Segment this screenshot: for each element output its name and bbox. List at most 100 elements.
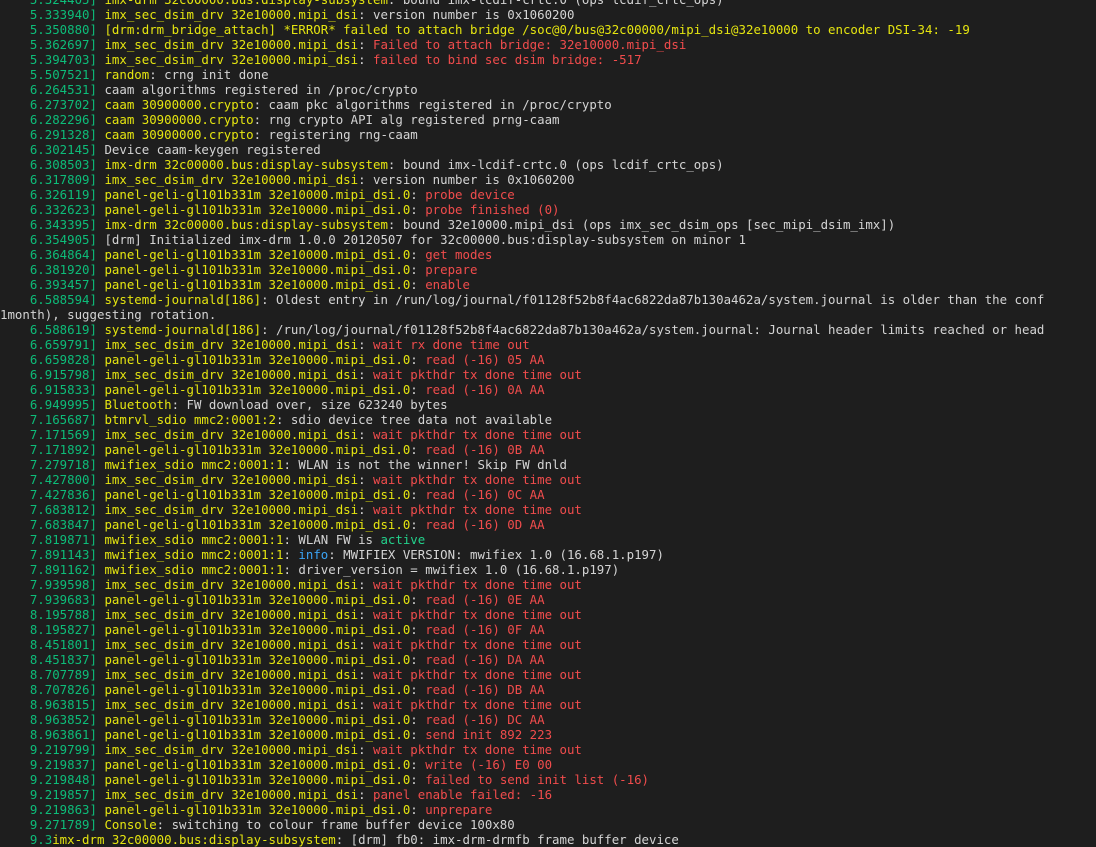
log-source: imx_sec_dsim_drv 32e10000.mipi_dsi xyxy=(104,7,359,22)
log-timestamp: 6.354905] xyxy=(0,232,105,247)
log-source: systemd-journald[186] xyxy=(104,322,262,337)
log-line: 8.707826] panel-geli-gl101b331m 32e10000… xyxy=(0,682,1096,697)
log-line: 7.939683] panel-geli-gl101b331m 32e10000… xyxy=(0,592,1096,607)
log-error-message: wait pkthdr tx done time out xyxy=(373,577,582,592)
log-error-message: read (-16) DB AA xyxy=(425,682,545,697)
log-source: imx_sec_dsim_drv 32e10000.mipi_dsi xyxy=(104,697,359,712)
log-source: panel-geli-gl101b331m 32e10000.mipi_dsi.… xyxy=(104,442,411,457)
log-error-message: read (-16) 05 AA xyxy=(425,352,545,367)
log-timestamp: 8.963861] xyxy=(0,727,105,742)
log-message: : xyxy=(410,712,426,727)
log-timestamp: 9.219863] xyxy=(0,802,105,817)
log-source: imx_sec_dsim_drv 32e10000.mipi_dsi xyxy=(104,337,359,352)
log-line: 7.819871] mwifiex_sdio mmc2:0001:1: WLAN… xyxy=(0,532,1096,547)
log-message: : xyxy=(358,502,373,517)
log-message: : WLAN FW is xyxy=(283,532,381,547)
log-line: 5.324405] imx-drm 32c00000.bus:display-s… xyxy=(0,0,1096,7)
log-message: : caam pkc algorithms registered in /pro… xyxy=(253,97,612,112)
log-line: 6.354905] [drm] Initialized imx-drm 1.0.… xyxy=(0,232,1096,247)
log-message: : xyxy=(358,577,373,592)
log-source: panel-geli-gl101b331m 32e10000.mipi_dsi.… xyxy=(104,652,411,667)
log-source: imx_sec_dsim_drv 32e10000.mipi_dsi xyxy=(104,427,359,442)
log-error-message: read (-16) 0D AA xyxy=(425,517,545,532)
log-source: caam 30900000.crypto xyxy=(104,127,254,142)
log-line: 9.219863] panel-geli-gl101b331m 32e10000… xyxy=(0,802,1096,817)
log-timestamp: 8.195827] xyxy=(0,622,105,637)
log-timestamp: 6.659828] xyxy=(0,352,105,367)
log-message: : xyxy=(410,382,426,397)
log-error-message: wait pkthdr tx done time out xyxy=(373,427,582,442)
log-message: : sdio device tree data not available xyxy=(276,412,553,427)
log-line: 7.279718] mwifiex_sdio mmc2:0001:1: WLAN… xyxy=(0,457,1096,472)
log-line: 6.588619] systemd-journald[186]: /run/lo… xyxy=(0,322,1096,337)
log-error-message: failed to bind sec dsim bridge: -517 xyxy=(373,52,642,67)
log-source: panel-geli-gl101b331m 32e10000.mipi_dsi.… xyxy=(104,622,411,637)
log-error-message: unprepare xyxy=(425,802,493,817)
log-message: : xyxy=(410,277,426,292)
log-error-message: read (-16) 0B AA xyxy=(425,442,545,457)
log-timestamp: 6.273702] xyxy=(0,97,105,112)
log-source: panel-geli-gl101b331m 32e10000.mipi_dsi.… xyxy=(104,352,411,367)
log-timestamp: 6.381920] xyxy=(0,262,105,277)
log-timestamp: 6.588594] xyxy=(0,292,105,307)
log-message: [drm] Initialized imx-drm 1.0.0 20120507… xyxy=(104,232,746,247)
log-source: panel-geli-gl101b331m 32e10000.mipi_dsi.… xyxy=(104,247,411,262)
log-timestamp: 7.891143] xyxy=(0,547,105,562)
log-timestamp: 7.427800] xyxy=(0,472,105,487)
log-error-message: wait pkthdr tx done time out xyxy=(373,637,582,652)
log-error-message: enable xyxy=(425,277,470,292)
log-message: : [drm] fb0: imx-drm-drmfb frame buffer … xyxy=(335,832,679,847)
log-message: : xyxy=(358,637,373,652)
log-message: : xyxy=(358,52,373,67)
log-line: 8.963861] panel-geli-gl101b331m 32e10000… xyxy=(0,727,1096,742)
log-timestamp: 6.317809] xyxy=(0,172,105,187)
log-error-message: Failed to attach bridge: 32e10000.mipi_d… xyxy=(373,37,687,52)
log-source: caam 30900000.crypto xyxy=(104,97,254,112)
log-line: 6.381920] panel-geli-gl101b331m 32e10000… xyxy=(0,262,1096,277)
log-message: : xyxy=(410,802,426,817)
log-line: 6.949995] Bluetooth: FW download over, s… xyxy=(0,397,1096,412)
log-line: 5.507521] random: crng init done xyxy=(0,67,1096,82)
log-timestamp: 7.819871] xyxy=(0,532,105,547)
log-message: : xyxy=(283,547,299,562)
log-message: : xyxy=(358,367,373,382)
log-line: 5.394703] imx_sec_dsim_drv 32e10000.mipi… xyxy=(0,52,1096,67)
log-line: 1month), suggesting rotation. xyxy=(0,307,1096,322)
log-source: mwifiex_sdio mmc2:0001:1 xyxy=(104,562,284,577)
log-source: mwifiex_sdio mmc2:0001:1 xyxy=(104,532,284,547)
log-source: panel-geli-gl101b331m 32e10000.mipi_dsi.… xyxy=(104,727,411,742)
log-line: 8.451837] panel-geli-gl101b331m 32e10000… xyxy=(0,652,1096,667)
log-timestamp: 6.588619] xyxy=(0,322,105,337)
log-message: : xyxy=(358,667,373,682)
log-error-message: wait pkthdr tx done time out xyxy=(373,607,582,622)
log-message: : xyxy=(410,352,426,367)
log-source: imx_sec_dsim_drv 32e10000.mipi_dsi xyxy=(104,52,359,67)
log-timestamp: 6.949995] xyxy=(0,397,105,412)
log-timestamp: 7.891162] xyxy=(0,562,105,577)
log-message: : FW download over, size 623240 bytes xyxy=(171,397,448,412)
log-timestamp: 5.333940] xyxy=(0,7,105,22)
log-line: 9.219837] panel-geli-gl101b331m 32e10000… xyxy=(0,757,1096,772)
log-message: : xyxy=(358,607,373,622)
log-timestamp: 7.427836] xyxy=(0,487,105,502)
log-error-message: get modes xyxy=(425,247,493,262)
log-line: 5.333940] imx_sec_dsim_drv 32e10000.mipi… xyxy=(0,7,1096,22)
log-source: imx_sec_dsim_drv 32e10000.mipi_dsi xyxy=(104,607,359,622)
log-timestamp: 8.707826] xyxy=(0,682,105,697)
log-timestamp: 9.3 xyxy=(0,832,53,847)
log-info-tag: info xyxy=(298,547,329,562)
log-line: 6.364864] panel-geli-gl101b331m 32e10000… xyxy=(0,247,1096,262)
log-source: caam 30900000.crypto xyxy=(104,112,254,127)
log-timestamp: 9.219799] xyxy=(0,742,105,757)
log-line: 7.171892] panel-geli-gl101b331m 32e10000… xyxy=(0,442,1096,457)
log-timestamp: 7.171569] xyxy=(0,427,105,442)
log-source: panel-geli-gl101b331m 32e10000.mipi_dsi.… xyxy=(104,187,411,202)
log-error-message: wait pkthdr tx done time out xyxy=(373,472,582,487)
log-source: imx_sec_dsim_drv 32e10000.mipi_dsi xyxy=(104,472,359,487)
terminal-output[interactable]: 5.324405] imx-drm 32c00000.bus:display-s… xyxy=(0,0,1096,847)
log-message: caam algorithms registered in /proc/cryp… xyxy=(104,82,418,97)
log-line: 6.264531] caam algorithms registered in … xyxy=(0,82,1096,97)
log-line: 7.891162] mwifiex_sdio mmc2:0001:1: driv… xyxy=(0,562,1096,577)
log-source: panel-geli-gl101b331m 32e10000.mipi_dsi.… xyxy=(104,757,411,772)
log-line: 6.343395] imx-drm 32c00000.bus:display-s… xyxy=(0,217,1096,232)
